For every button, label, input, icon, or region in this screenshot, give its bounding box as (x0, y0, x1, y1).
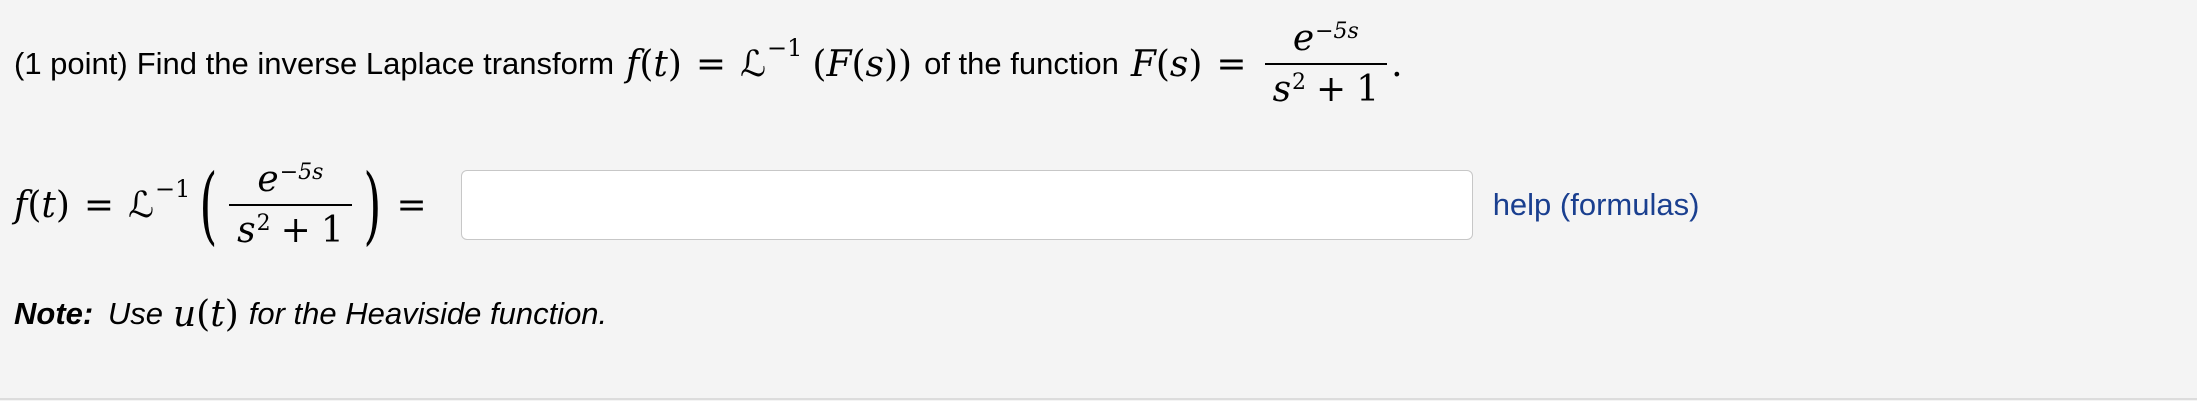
laplace-symbol: ℒ (740, 43, 767, 85)
problem-points: (1 point) (14, 46, 128, 81)
symbol-F: F (826, 43, 852, 85)
symbol-u: u (172, 293, 197, 335)
equals-sign: = (1216, 43, 1247, 85)
exponent-minus-5s: −5s (279, 160, 324, 185)
paren-open: ( (812, 43, 827, 85)
paren-close: ) (224, 293, 239, 335)
symbol-s: s (865, 43, 884, 85)
paren-close: ) (1188, 43, 1203, 85)
problem-connector: of the function (924, 46, 1119, 81)
equals-sign: = (396, 184, 427, 226)
symbol-F: F (1130, 43, 1156, 85)
symbol-s: s (1272, 69, 1292, 110)
fraction-denominator: s2 + 1 (1265, 69, 1388, 110)
fraction-bar (1264, 63, 1388, 65)
symbol-s: s (237, 210, 256, 251)
inline-formula-F-of-s: F(s) = e −5s s2 + 1 . (1131, 18, 1403, 110)
note-formula: u(t) (173, 294, 239, 335)
paren-open: ( (851, 43, 866, 85)
symbol-t: t (41, 184, 56, 226)
plus-sign: + (280, 210, 311, 251)
bottom-divider (0, 398, 2197, 400)
problem-instruction: Find the inverse Laplace transform (136, 46, 615, 81)
symbol-f: f (14, 184, 28, 226)
note-text: Note: Use (14, 296, 163, 332)
note-label: Note: (14, 296, 94, 331)
fraction-F-of-s: e −5s s2 + 1 (1264, 18, 1388, 110)
answer-row: f(t) = ℒ −1 ( e −5s s2 + 1 ) = help (formu… (14, 140, 1699, 270)
symbol-e: e (1292, 18, 1315, 59)
plus-sign: + (1316, 69, 1347, 110)
inline-formula-f-of-t: f(t) = ℒ −1 (F(s)) (626, 34, 913, 85)
inverse-exponent: −1 (155, 175, 191, 203)
answer-formula: f(t) = ℒ −1 ( e −5s s2 + 1 ) = (14, 159, 441, 251)
paren-close: ) (898, 43, 913, 85)
paren-close: ) (667, 43, 682, 85)
constant-one: 1 (320, 210, 344, 251)
symbol-t: t (210, 293, 225, 335)
big-paren-close: ) (363, 156, 382, 254)
problem-statement: (1 point) Find the inverse Laplace trans… (14, 0, 1403, 128)
paren-open: ( (27, 184, 42, 226)
answer-input[interactable] (460, 170, 1473, 240)
symbol-e: e (257, 159, 279, 200)
paren-open: ( (639, 43, 654, 85)
paren-open: ( (196, 293, 211, 335)
exponent-minus-5s: −5s (1315, 19, 1359, 44)
exponent-2: 2 (1292, 70, 1307, 95)
symbol-s: s (1169, 43, 1189, 85)
inverse-exponent: −1 (767, 34, 803, 62)
equals-sign: = (83, 184, 115, 226)
laplace-symbol: ℒ (128, 184, 154, 226)
note-text-before: Use (107, 296, 163, 331)
symbol-t: t (653, 43, 668, 85)
fraction-numerator: e −5s (249, 159, 331, 200)
fraction-denominator: s2 + 1 (229, 210, 352, 251)
paren-close: ) (55, 184, 70, 226)
paren-close: ) (883, 43, 899, 85)
note: Note: Use u(t) for the Heaviside functio… (14, 282, 607, 346)
fraction-numerator: e −5s (1285, 18, 1367, 59)
note-text-after: for the Heaviside function. (248, 296, 608, 331)
help-formulas-link[interactable]: help (formulas) (1493, 187, 1700, 223)
constant-one: 1 (1356, 69, 1380, 110)
fraction-bar (229, 204, 352, 206)
symbol-f: f (626, 43, 640, 85)
paren-open: ( (1155, 43, 1170, 85)
big-paren-open: ( (199, 156, 218, 254)
exponent-2: 2 (256, 211, 271, 236)
fraction-transform: e −5s s2 + 1 (229, 159, 352, 251)
equals-sign: = (695, 43, 727, 85)
period: . (1391, 43, 1403, 85)
